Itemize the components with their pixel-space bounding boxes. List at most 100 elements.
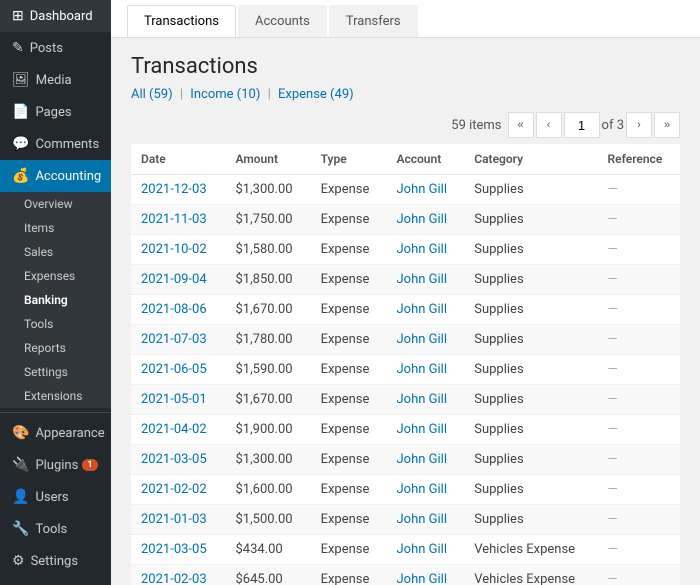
sidebar-item-users[interactable]: 👤 Users bbox=[0, 481, 111, 513]
main-area: Transactions Accounts Transfers Transact… bbox=[111, 0, 700, 585]
cell-account[interactable]: John Gill bbox=[386, 565, 464, 585]
pagination-last-button[interactable]: » bbox=[654, 112, 680, 138]
cell-date[interactable]: 2021-07-03 bbox=[131, 325, 225, 355]
account-link[interactable]: John Gill bbox=[396, 362, 447, 377]
cell-date[interactable]: 2021-05-01 bbox=[131, 385, 225, 415]
account-link[interactable]: John Gill bbox=[396, 212, 447, 227]
cell-date[interactable]: 2021-03-05 bbox=[131, 535, 225, 565]
cell-date[interactable]: 2021-11-03 bbox=[131, 205, 225, 235]
cell-date[interactable]: 2021-02-02 bbox=[131, 475, 225, 505]
date-link[interactable]: 2021-04-02 bbox=[141, 422, 207, 437]
sidebar-item-comments[interactable]: 💬 Comments bbox=[0, 128, 111, 160]
sidebar-item-appearance[interactable]: 🎨 Appearance bbox=[0, 417, 111, 449]
pagination-first-button[interactable]: « bbox=[508, 112, 534, 138]
cell-category: Supplies bbox=[464, 505, 597, 535]
pagination-next-button[interactable]: › bbox=[626, 112, 652, 138]
account-link[interactable]: John Gill bbox=[396, 542, 447, 557]
cell-date[interactable]: 2021-08-06 bbox=[131, 295, 225, 325]
sidebar-sub-tools[interactable]: Tools bbox=[0, 312, 111, 336]
sidebar-sub-extensions[interactable]: Extensions bbox=[0, 384, 111, 408]
col-amount: Amount bbox=[225, 144, 310, 175]
filter-expense[interactable]: Expense (49) bbox=[278, 87, 354, 102]
tab-accounts[interactable]: Accounts bbox=[238, 5, 327, 37]
date-link[interactable]: 2021-05-01 bbox=[141, 392, 207, 407]
date-link[interactable]: 2021-07-03 bbox=[141, 332, 207, 347]
tab-transactions[interactable]: Transactions bbox=[127, 5, 236, 37]
pagination-page-input[interactable] bbox=[564, 112, 600, 138]
cell-amount: $1,500.00 bbox=[225, 505, 310, 535]
date-link[interactable]: 2021-08-06 bbox=[141, 302, 207, 317]
sidebar-sub-banking[interactable]: Banking bbox=[0, 288, 111, 312]
cell-account[interactable]: John Gill bbox=[386, 445, 464, 475]
cell-date[interactable]: 2021-10-02 bbox=[131, 235, 225, 265]
cell-category: Supplies bbox=[464, 175, 597, 205]
pagination-controls: « ‹ of 3 › » bbox=[508, 112, 680, 138]
cell-account[interactable]: John Gill bbox=[386, 205, 464, 235]
cell-amount: $1,900.00 bbox=[225, 415, 310, 445]
sidebar-sub-reports[interactable]: Reports bbox=[0, 336, 111, 360]
date-link[interactable]: 2021-09-04 bbox=[141, 272, 207, 287]
cell-account[interactable]: John Gill bbox=[386, 295, 464, 325]
filter-income[interactable]: Income (10) bbox=[190, 87, 260, 102]
cell-date[interactable]: 2021-03-05 bbox=[131, 445, 225, 475]
sidebar-sub-items[interactable]: Items bbox=[0, 216, 111, 240]
cell-account[interactable]: John Gill bbox=[386, 355, 464, 385]
filter-all[interactable]: All (59) bbox=[131, 87, 173, 102]
appearance-icon: 🎨 bbox=[12, 425, 29, 441]
account-link[interactable]: John Gill bbox=[396, 452, 447, 467]
account-link[interactable]: John Gill bbox=[396, 482, 447, 497]
cell-date[interactable]: 2021-01-03 bbox=[131, 505, 225, 535]
cell-date[interactable]: 2021-04-02 bbox=[131, 415, 225, 445]
account-link[interactable]: John Gill bbox=[396, 182, 447, 197]
account-link[interactable]: John Gill bbox=[396, 422, 447, 437]
cell-account[interactable]: John Gill bbox=[386, 475, 464, 505]
account-link[interactable]: John Gill bbox=[396, 302, 447, 317]
cell-date[interactable]: 2021-12-03 bbox=[131, 175, 225, 205]
date-link[interactable]: 2021-06-05 bbox=[141, 362, 207, 377]
cell-date[interactable]: 2021-02-03 bbox=[131, 565, 225, 585]
pagination-prev-button[interactable]: ‹ bbox=[536, 112, 562, 138]
date-link[interactable]: 2021-01-03 bbox=[141, 512, 207, 527]
cell-account[interactable]: John Gill bbox=[386, 325, 464, 355]
cell-account[interactable]: John Gill bbox=[386, 235, 464, 265]
date-link[interactable]: 2021-11-03 bbox=[141, 212, 207, 227]
cell-category: Supplies bbox=[464, 445, 597, 475]
cell-account[interactable]: John Gill bbox=[386, 265, 464, 295]
date-link[interactable]: 2021-03-05 bbox=[141, 542, 207, 557]
sidebar-item-media[interactable]: 🖼 Media bbox=[0, 64, 111, 96]
date-link[interactable]: 2021-10-02 bbox=[141, 242, 207, 257]
date-link[interactable]: 2021-02-03 bbox=[141, 572, 207, 585]
account-link[interactable]: John Gill bbox=[396, 332, 447, 347]
sidebar-sub-settings[interactable]: Settings bbox=[0, 360, 111, 384]
sidebar-sub-sales[interactable]: Sales bbox=[0, 240, 111, 264]
sidebar-sub-overview[interactable]: Overview bbox=[0, 192, 111, 216]
sidebar-item-posts[interactable]: ✎ Posts bbox=[0, 32, 111, 64]
sidebar-item-tools[interactable]: 🔧 Tools bbox=[0, 513, 111, 545]
sidebar-item-dashboard[interactable]: ⊞ Dashboard bbox=[0, 0, 111, 32]
account-link[interactable]: John Gill bbox=[396, 272, 447, 287]
sidebar-item-accounting[interactable]: 💰 Accounting bbox=[0, 160, 111, 192]
date-link[interactable]: 2021-02-02 bbox=[141, 482, 207, 497]
sidebar-label-comments: Comments bbox=[35, 137, 99, 152]
date-link[interactable]: 2021-12-03 bbox=[141, 182, 207, 197]
cell-date[interactable]: 2021-09-04 bbox=[131, 265, 225, 295]
cell-amount: $1,590.00 bbox=[225, 355, 310, 385]
account-link[interactable]: John Gill bbox=[396, 242, 447, 257]
cell-account[interactable]: John Gill bbox=[386, 385, 464, 415]
cell-account[interactable]: John Gill bbox=[386, 505, 464, 535]
cell-account[interactable]: John Gill bbox=[386, 175, 464, 205]
sidebar-item-plugins[interactable]: 🔌 Plugins 1 bbox=[0, 449, 111, 481]
cell-account[interactable]: John Gill bbox=[386, 415, 464, 445]
sidebar-item-collapse[interactable]: ◀ Collapse menu bbox=[0, 577, 111, 585]
cell-date[interactable]: 2021-06-05 bbox=[131, 355, 225, 385]
sidebar-item-pages[interactable]: 📄 Pages bbox=[0, 96, 111, 128]
tab-transfers[interactable]: Transfers bbox=[329, 5, 418, 37]
cell-reference: — bbox=[598, 235, 680, 265]
account-link[interactable]: John Gill bbox=[396, 572, 447, 585]
sidebar-sub-expenses[interactable]: Expenses bbox=[0, 264, 111, 288]
sidebar-item-settings[interactable]: ⚙ Settings bbox=[0, 545, 111, 577]
cell-account[interactable]: John Gill bbox=[386, 535, 464, 565]
account-link[interactable]: John Gill bbox=[396, 392, 447, 407]
account-link[interactable]: John Gill bbox=[396, 512, 447, 527]
date-link[interactable]: 2021-03-05 bbox=[141, 452, 207, 467]
